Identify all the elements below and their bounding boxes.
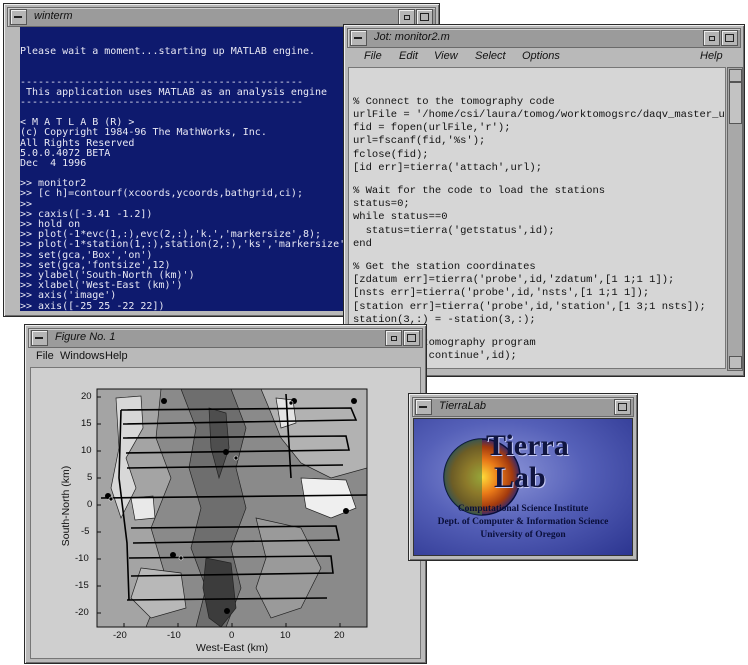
maximize-button[interactable] — [614, 399, 631, 415]
figure-window[interactable]: Figure No. 1 File Windows Help -20 -10 0… — [24, 324, 427, 664]
jot-titlebar[interactable]: Jot: monitor2.m — [347, 28, 741, 48]
institute-line: Computational Science Institute — [457, 504, 589, 514]
y-tick-label: -10 — [75, 553, 89, 564]
code-line: end — [353, 237, 372, 250]
menu-windows[interactable]: Windows — [60, 350, 105, 362]
vertical-scrollbar[interactable] — [727, 67, 743, 371]
maximize-button[interactable] — [416, 9, 433, 25]
code-line: urlFile = '/home/csi/laura/tomog/worktom… — [353, 109, 726, 122]
tierralab-titlebar[interactable]: TierraLab — [412, 397, 634, 417]
y-tick-label: 5 — [87, 472, 93, 483]
tierralab-window[interactable]: TierraLab Tierra Lab Computational Scien… — [408, 393, 638, 561]
code-line: while status==0 — [353, 211, 448, 224]
window-menu-button[interactable] — [10, 9, 27, 25]
code-line: % Get the station coordinates — [353, 261, 536, 274]
tierralab-logo-panel: Tierra Lab Computational Science Institu… — [413, 418, 633, 556]
code-line: [station err]=tierra('probe',id,'station… — [353, 300, 706, 313]
x-tick-label: 20 — [334, 630, 345, 641]
window-title: winterm — [34, 10, 73, 22]
contour-plot[interactable] — [31, 368, 420, 658]
y-tick-label: 10 — [81, 445, 92, 456]
code-line: % Connect to the tomography code — [353, 96, 555, 109]
menu-file[interactable]: File — [36, 350, 54, 362]
menu-file[interactable]: File — [364, 50, 382, 62]
code-line: [nsts err]=tierra('probe',id,'nsts',[1 1… — [353, 287, 650, 300]
figure-menubar: File Windows Help — [25, 350, 420, 364]
maximize-button[interactable] — [721, 30, 738, 46]
menu-view[interactable]: View — [434, 50, 458, 62]
code-line: fid = fopen(urlFile,'r'); — [353, 122, 511, 135]
y-tick-label: 20 — [81, 391, 92, 402]
code-line: status=0; — [353, 198, 410, 211]
logo-word-lab: Lab — [494, 461, 546, 494]
y-tick-label: 15 — [81, 418, 92, 429]
x-tick-label: 10 — [280, 630, 291, 641]
x-tick-label: -20 — [113, 630, 127, 641]
window-title: Jot: monitor2.m — [374, 31, 450, 43]
menu-help[interactable]: Help — [105, 350, 128, 362]
menu-options[interactable]: Options — [522, 50, 560, 62]
minimize-button[interactable] — [385, 330, 402, 346]
window-menu-button[interactable] — [415, 399, 432, 415]
x-tick-label: 0 — [229, 630, 235, 641]
figure-titlebar[interactable]: Figure No. 1 — [28, 328, 423, 348]
code-line: [id err]=tierra('attach',url); — [353, 161, 543, 174]
department-line: Dept. of Computer & Information Science — [437, 517, 609, 527]
minimize-button[interactable] — [398, 9, 415, 25]
university-line: University of Oregon — [480, 530, 566, 540]
x-tick-label: -10 — [167, 630, 181, 641]
window-title: Figure No. 1 — [55, 331, 116, 343]
y-axis-label: South-North (km) — [60, 465, 72, 547]
scroll-up-arrow-icon[interactable] — [729, 69, 742, 82]
figure-canvas[interactable]: -20 -10 0 10 20 20 15 10 5 0 -5 -10 -15 … — [30, 367, 421, 659]
scroll-thumb[interactable] — [729, 82, 742, 124]
code-line: % Wait for the code to load the stations — [353, 185, 606, 198]
y-tick-label: -20 — [75, 607, 89, 618]
scroll-down-arrow-icon[interactable] — [729, 356, 742, 369]
menu-edit[interactable]: Edit — [399, 50, 418, 62]
y-tick-label: 0 — [87, 499, 93, 510]
code-line: url=fscanf(fid,'%s'); — [353, 135, 486, 148]
x-axis-label: West-East (km) — [196, 642, 269, 654]
code-line: [zdatum err]=tierra('probe',id,'zdatum',… — [353, 274, 675, 287]
menu-select[interactable]: Select — [475, 50, 506, 62]
code-line: fclose(fid); — [353, 148, 429, 161]
y-tick-label: -15 — [75, 580, 89, 591]
window-title: TierraLab — [439, 400, 486, 412]
menu-help[interactable]: Help — [700, 50, 723, 62]
y-tick-label: -5 — [81, 526, 90, 537]
window-menu-button[interactable] — [31, 330, 48, 346]
code-line: status=tierra('getstatus',id); — [353, 224, 555, 237]
jot-menubar: File Edit View Select Options Help — [344, 50, 744, 64]
window-menu-button[interactable] — [350, 30, 367, 46]
maximize-button[interactable] — [403, 330, 420, 346]
minimize-button[interactable] — [703, 30, 720, 46]
logo-word-tierra: Tierra — [486, 429, 569, 462]
